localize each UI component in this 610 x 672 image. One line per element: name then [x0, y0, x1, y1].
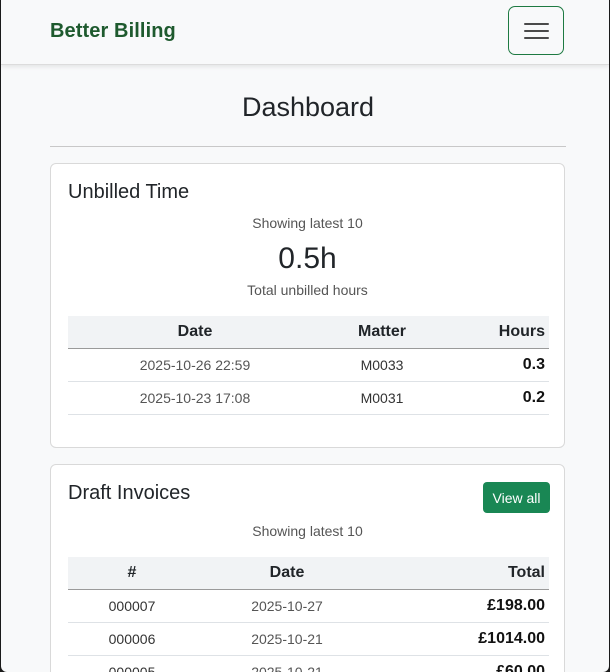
unbilled-time-card: Unbilled Time Showing latest 10 0.5h Tot… [50, 163, 565, 448]
column-header-date[interactable]: Date [68, 316, 322, 349]
showing-latest-note: Showing latest 10 [252, 523, 363, 539]
card-title: Draft Invoices [68, 482, 191, 504]
view-all-button[interactable]: View all [483, 482, 550, 513]
total-unbilled-value: 0.5h [278, 242, 337, 275]
cell-invoice-number[interactable]: 000006 [68, 622, 196, 656]
page-title: Dashboard [241, 92, 375, 122]
table-row[interactable]: 000007 2025-10-27 £198.00 [68, 589, 549, 623]
cell-invoice-number[interactable]: 000005 [68, 655, 196, 672]
table-header-row: # Date Total [68, 557, 549, 590]
column-header-date[interactable]: Date [196, 557, 378, 590]
cell-matter: M0031 [322, 381, 442, 415]
menu-toggle-button[interactable] [508, 6, 564, 55]
cell-total: £60.00 [378, 655, 549, 672]
draft-invoices-card: Draft Invoices View all Showing latest 1… [50, 464, 565, 672]
cell-total: £1014.00 [378, 622, 549, 656]
table-row[interactable]: 000005 2025-10-21 £60.00 [68, 655, 549, 672]
cell-date: 2025-10-23 17:08 [68, 381, 322, 415]
table-header-row: Date Matter Hours [68, 316, 549, 349]
draft-invoices-table: # Date Total 000007 2025-10-27 £198.00 0… [68, 557, 549, 672]
navbar: Better Billing [1, 0, 609, 65]
column-header-hours[interactable]: Hours [442, 316, 549, 349]
cell-date: 2025-10-21 [196, 655, 378, 672]
table-row[interactable]: 2025-10-23 17:08 M0031 0.2 [68, 381, 549, 415]
showing-latest-note: Showing latest 10 [252, 215, 363, 231]
table-row[interactable]: 000006 2025-10-21 £1014.00 [68, 622, 549, 656]
unbilled-time-table: Date Matter Hours 2025-10-26 22:59 M0033… [68, 316, 549, 415]
cell-hours: 0.3 [442, 348, 549, 382]
table-row[interactable]: 2025-10-26 22:59 M0033 0.3 [68, 348, 549, 382]
cell-hours: 0.2 [442, 381, 549, 415]
cell-total: £198.00 [378, 589, 549, 623]
column-header-number[interactable]: # [68, 557, 196, 590]
title-divider [50, 146, 566, 147]
cell-invoice-number[interactable]: 000007 [68, 589, 196, 623]
brand-logo-text[interactable]: Better Billing [50, 20, 176, 43]
cell-matter: M0033 [322, 348, 442, 382]
column-header-total[interactable]: Total [378, 557, 549, 590]
cell-date: 2025-10-27 [196, 589, 378, 623]
column-header-matter[interactable]: Matter [322, 316, 442, 349]
cell-date: 2025-10-21 [196, 622, 378, 656]
app-window: Better Billing Dashboard Unbilled Time S… [1, 0, 609, 672]
card-title: Unbilled Time [68, 181, 190, 203]
total-unbilled-label: Total unbilled hours [247, 282, 368, 298]
cell-date: 2025-10-26 22:59 [68, 348, 322, 382]
